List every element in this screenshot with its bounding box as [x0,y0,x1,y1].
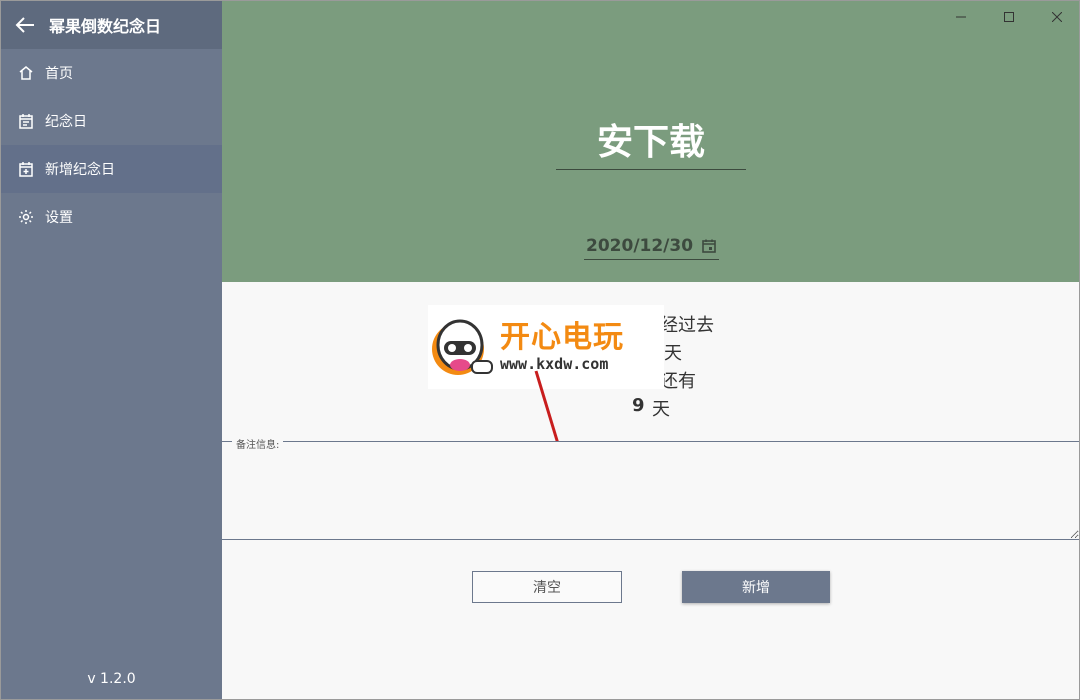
sidebar-item-settings[interactable]: 设置 [1,193,222,241]
back-button[interactable] [1,1,49,49]
remaining-days: 9 [632,395,645,416]
remaining-unit: 天 [652,399,670,420]
maximize-icon [1004,12,1014,22]
event-date: 2020/12/30 [586,236,694,256]
sidebar-item-label: 纪念日 [45,114,87,130]
back-arrow-icon [15,17,34,33]
passed-unit: 天 [664,343,682,364]
window-controls [937,1,1079,33]
mascot-icon [432,319,493,375]
event-title: 安下载 [596,122,705,163]
calendar-add-icon [17,160,35,178]
sidebar: 幂果倒数纪念日 首页 纪念日 新增纪念日 设置 v 1.2.0 [1,1,222,699]
maximize-button[interactable] [985,1,1033,33]
minimize-button[interactable] [937,1,985,33]
app-window: 幂果倒数纪念日 首页 纪念日 新增纪念日 设置 v 1.2.0 安下载 2020… [0,0,1080,700]
calendar-icon[interactable] [702,239,716,253]
calendar-list-icon [17,112,35,130]
sidebar-item-home[interactable]: 首页 [1,49,222,97]
notes-input[interactable] [222,442,1079,539]
notes-field[interactable]: 备注信息: [222,436,1079,540]
close-button[interactable] [1033,1,1079,33]
clear-button[interactable]: 清空 [472,571,622,603]
app-title: 幂果倒数纪念日 [49,17,162,36]
minimize-icon [956,16,966,18]
hero-banner: 安下载 2020/12/30 [222,1,1079,282]
event-title-field[interactable]: 安下载 [556,119,746,170]
sidebar-item-anniversaries[interactable]: 纪念日 [1,97,222,145]
sidebar-item-label: 首页 [45,66,73,82]
watermark-brand: 开心电玩 [500,320,624,355]
sidebar-item-add-anniversary[interactable]: 新增纪念日 [1,145,222,193]
home-icon [17,64,35,82]
version-label: v 1.2.0 [87,671,136,687]
main-content: 安下载 2020/12/30 经过去 天 还有 9 天 开心电玩 www.kxd… [222,1,1079,699]
gear-icon [17,208,35,226]
date-picker[interactable]: 2020/12/30 [584,233,719,260]
sidebar-header: 幂果倒数纪念日 [1,1,222,49]
sidebar-item-label: 新增纪念日 [45,162,115,178]
add-button[interactable]: 新增 [682,571,830,603]
close-icon [1052,12,1062,22]
remaining-text: 还有 [660,371,696,392]
passed-text: 经过去 [660,315,714,336]
sidebar-item-label: 设置 [45,210,73,226]
